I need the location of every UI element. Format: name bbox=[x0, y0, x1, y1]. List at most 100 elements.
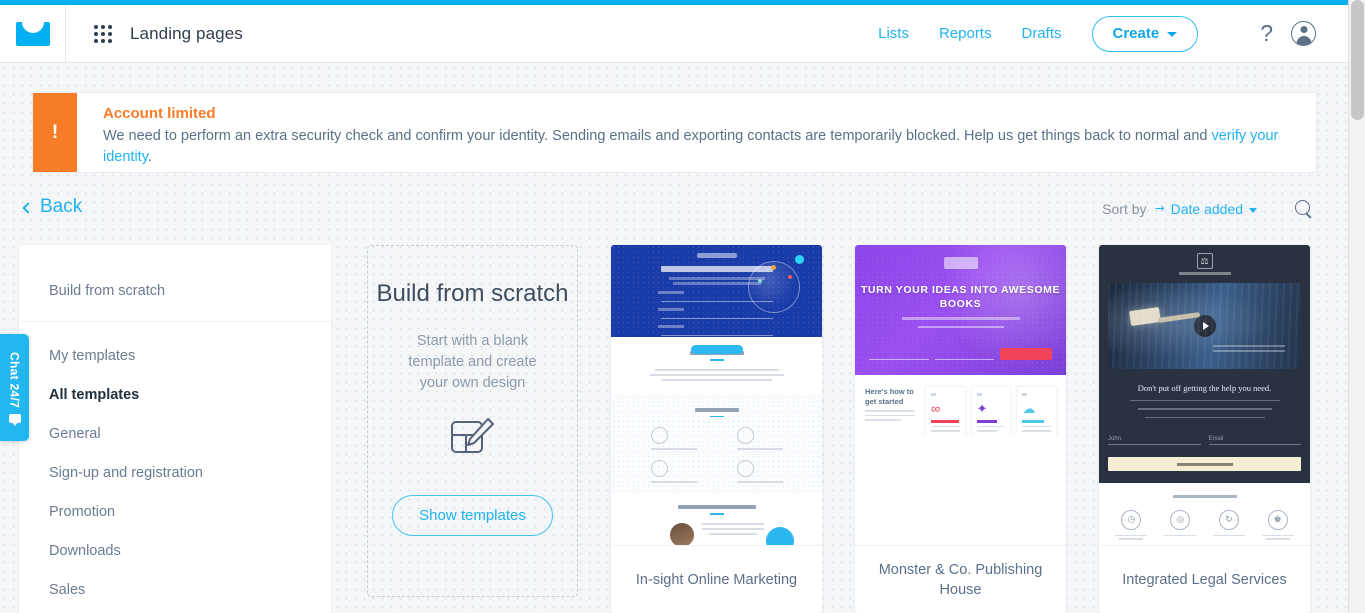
template-card[interactable]: In-sight Online Marketing bbox=[611, 245, 822, 613]
preview-text-line bbox=[865, 419, 901, 421]
preview-offer-label bbox=[1164, 534, 1197, 537]
gavel-icon bbox=[1129, 306, 1161, 326]
template-card[interactable]: TURN YOUR IDEAS INTO AWESOME BOOKS Here'… bbox=[855, 245, 1066, 613]
sidebar-item-promotion[interactable]: Promotion bbox=[19, 492, 331, 531]
preview-hero: ⚖ Don't put off getting the help you nee… bbox=[1099, 245, 1310, 484]
preview-section-title bbox=[1172, 495, 1237, 498]
chat-widget-label: Chat 24/7 bbox=[7, 351, 22, 409]
page-scrollbar[interactable] bbox=[1348, 0, 1365, 613]
template-category-sidebar: Build from scratch My templates All temp… bbox=[19, 245, 331, 613]
preview-step-number bbox=[1022, 393, 1028, 396]
chat-widget-tab[interactable]: Chat 24/7 bbox=[0, 334, 29, 441]
refresh-icon: ↻ bbox=[1218, 509, 1239, 530]
preview-steps-heading: Here's how to get started bbox=[865, 387, 919, 435]
preview-divider bbox=[709, 359, 724, 361]
nav-item-lists[interactable]: Lists bbox=[878, 25, 909, 42]
help-icon[interactable]: ? bbox=[1260, 22, 1273, 45]
scratch-card-title: Build from scratch bbox=[376, 280, 569, 307]
search-icon[interactable] bbox=[1295, 200, 1313, 218]
preview-text-line bbox=[1137, 408, 1272, 410]
preview-avatar bbox=[669, 522, 694, 545]
preview-text-line bbox=[701, 527, 764, 530]
preview-divider bbox=[709, 513, 724, 515]
preview-offer-label bbox=[1261, 534, 1294, 537]
sidebar-item-my-templates[interactable]: My templates bbox=[19, 336, 331, 375]
sidebar-item-downloads[interactable]: Downloads bbox=[19, 531, 331, 570]
back-button-label: Back bbox=[40, 196, 83, 217]
preview-text-line bbox=[1129, 399, 1280, 402]
preview-input-label: Email bbox=[1208, 436, 1224, 443]
preview-offer-label bbox=[1119, 538, 1144, 540]
preview-offer-label bbox=[1265, 538, 1290, 540]
user-avatar-icon[interactable] bbox=[1291, 21, 1316, 46]
sidebar-item-all-templates[interactable]: All templates bbox=[19, 375, 331, 414]
preview-form: John Email bbox=[1108, 434, 1301, 446]
preview-offer: ↻ bbox=[1212, 509, 1245, 542]
banner-period: . bbox=[147, 149, 152, 165]
preview-steps-title: Here's how to get started bbox=[865, 387, 914, 406]
banner-text: We need to perform an extra security che… bbox=[103, 126, 1298, 168]
scrollbar-thumb[interactable] bbox=[1351, 0, 1364, 120]
preview-logo bbox=[943, 257, 978, 269]
brand-logo-cell[interactable] bbox=[0, 5, 66, 62]
preview-dot bbox=[771, 265, 776, 270]
preview-feature-icon bbox=[736, 427, 754, 444]
top-accent-bar bbox=[0, 0, 1348, 5]
create-button-label: Create bbox=[1112, 24, 1160, 42]
preview-text-line bbox=[654, 368, 779, 371]
preview-hero bbox=[611, 245, 822, 354]
preview-cta-button bbox=[1000, 348, 1052, 360]
scratch-card-subtitle: Start with a blank template and create y… bbox=[408, 333, 537, 391]
banner-body: Account limited We need to perform an ex… bbox=[77, 93, 1316, 172]
preview-section-learn bbox=[611, 393, 822, 493]
preview-subline bbox=[917, 325, 1004, 328]
preview-field-label bbox=[658, 291, 684, 294]
chevron-left-icon bbox=[22, 201, 34, 214]
preview-step-title bbox=[976, 420, 997, 423]
build-from-scratch-card[interactable]: Build from scratch Start with a blank te… bbox=[367, 245, 578, 597]
preview-text-line bbox=[931, 425, 960, 427]
preview-step-number bbox=[976, 393, 982, 396]
create-button[interactable]: Create bbox=[1091, 15, 1199, 52]
sidebar-item-build-from-scratch[interactable]: Build from scratch bbox=[19, 267, 331, 322]
preview-field bbox=[660, 317, 773, 319]
sidebar-item-sales[interactable]: Sales bbox=[19, 570, 331, 609]
edit-template-icon bbox=[450, 416, 496, 463]
chat-bubble-icon bbox=[8, 414, 21, 427]
template-name: Integrated Legal Services bbox=[1099, 545, 1310, 613]
preview-text-line bbox=[1022, 434, 1039, 435]
envelope-logo-icon bbox=[15, 21, 50, 46]
warning-icon: ! bbox=[33, 93, 77, 172]
template-name: In-sight Online Marketing bbox=[611, 545, 822, 613]
nav-item-reports[interactable]: Reports bbox=[939, 25, 992, 42]
preview-feature-caption bbox=[736, 481, 783, 483]
preview-text-line bbox=[708, 532, 757, 535]
apps-grid-icon[interactable] bbox=[94, 24, 112, 43]
sidebar-item-general[interactable]: General bbox=[19, 414, 331, 453]
preview-offer: ♚ bbox=[1261, 509, 1294, 542]
preview-feature-row bbox=[611, 460, 822, 483]
primary-nav: Lists Reports Drafts Create bbox=[878, 15, 1199, 52]
preview-text-line bbox=[865, 410, 915, 412]
preview-text-line bbox=[976, 425, 1006, 427]
template-card[interactable]: ⚖ Don't put off getting the help you nee… bbox=[1099, 245, 1310, 613]
preview-steps-row: Here's how to get started ∞ ✦ ☁ bbox=[865, 387, 1057, 435]
preview-text-line bbox=[701, 522, 764, 525]
preview-text-line bbox=[1022, 430, 1052, 432]
preview-text-line bbox=[1022, 425, 1052, 427]
play-button-icon bbox=[1193, 314, 1216, 337]
cloud-upload-icon: ☁ bbox=[1022, 401, 1036, 416]
sidebar-item-signup-and-registration[interactable]: Sign-up and registration bbox=[19, 453, 331, 492]
preview-step-tile: ☁ bbox=[1017, 387, 1057, 435]
back-button[interactable]: Back bbox=[22, 196, 83, 218]
preview-text-line bbox=[649, 373, 784, 376]
sort-controls: Sort by ↘ Date added bbox=[1102, 200, 1313, 218]
preview-divider bbox=[709, 415, 724, 417]
show-templates-button[interactable]: Show templates bbox=[392, 495, 553, 536]
preview-input-label: John bbox=[1108, 436, 1122, 443]
nav-item-drafts[interactable]: Drafts bbox=[1021, 25, 1061, 42]
preview-input bbox=[869, 349, 929, 360]
sort-dropdown[interactable]: ↘ Date added bbox=[1150, 200, 1257, 217]
template-preview: ⚖ Don't put off getting the help you nee… bbox=[1099, 245, 1310, 545]
preview-form bbox=[855, 348, 1066, 360]
